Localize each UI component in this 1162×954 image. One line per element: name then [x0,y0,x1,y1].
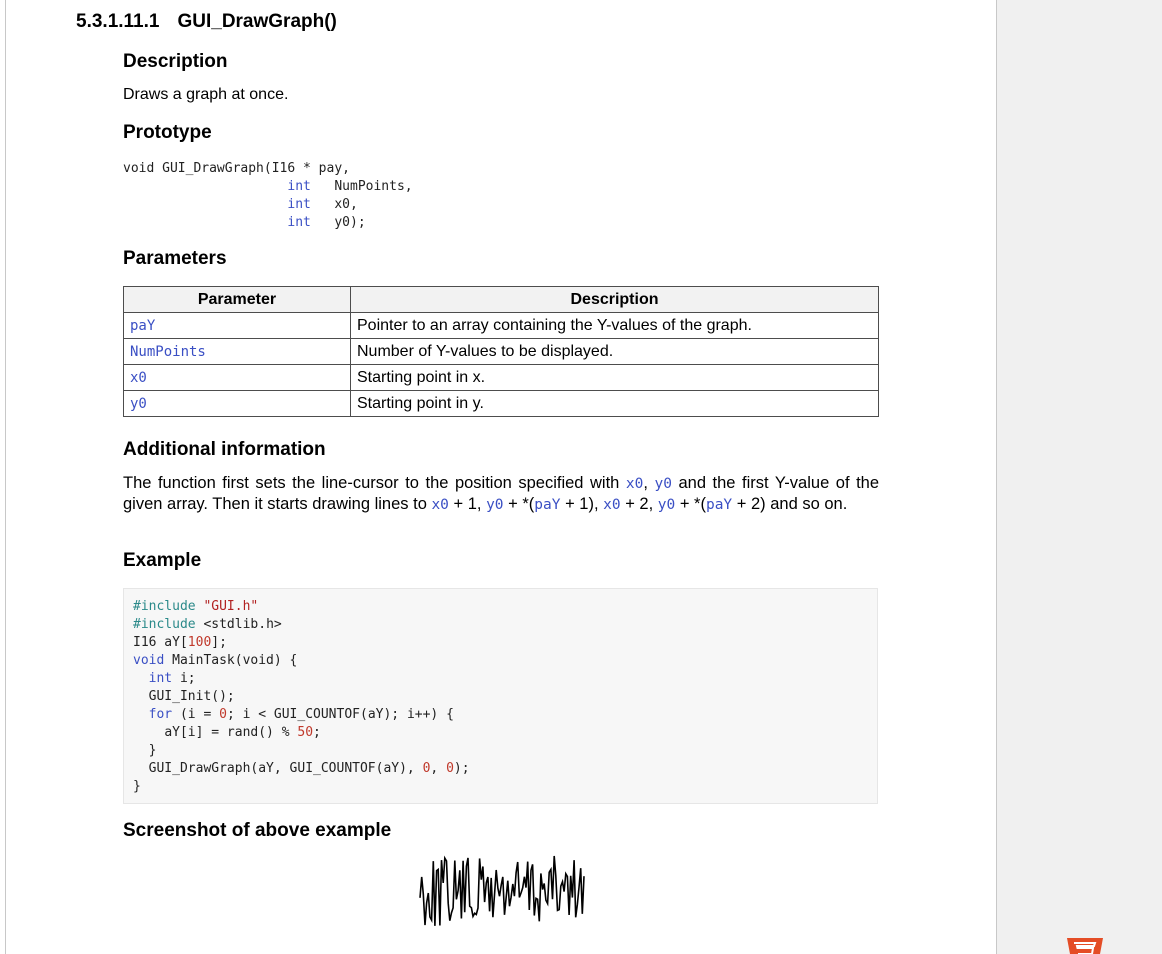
html5-logo-icon[interactable] [1065,936,1105,954]
param-description: Pointer to an array containing the Y-val… [350,312,879,339]
code-ref: y0 [654,476,672,492]
right-side-panel [996,0,1162,954]
code-token: ; i < GUI_COUNTOF(aY); i++) { [226,707,454,722]
table-row: NumPoints Number of Y-values to be displ… [123,338,879,365]
proto-name-4: y0); [334,215,366,230]
section-number: 5.3.1.11.1 [76,11,160,32]
additional-info-text: The function first sets the line-cursor … [123,473,879,515]
code-token: #include [133,599,196,614]
text-fragment: + *( [503,495,535,513]
code-ref: paY [705,497,733,513]
code-token: ]; [211,635,227,650]
table-row: y0 Starting point in y. [123,390,879,417]
param-name: NumPoints [123,338,351,365]
parameters-table: Parameter Description paY Pointer to an … [123,286,879,417]
code-token: "GUI.h" [203,599,259,614]
proto-type-4: int [287,215,311,230]
code-token: 100 [187,635,212,650]
proto-type-2: int [287,179,311,194]
text-fragment: + 1), [560,495,604,513]
table-row: paY Pointer to an array containing the Y… [123,312,879,339]
code-token: 50 [297,725,314,740]
example-code: #include "GUI.h" #include <stdlib.h> I16… [133,598,470,796]
example-graph-image [419,855,585,926]
prototype-heading: Prototype [123,122,212,143]
section-heading: 5.3.1.11.1 GUI_DrawGraph() [76,11,337,33]
code-token: MainTask(void) { [172,653,298,668]
param-description: Number of Y-values to be displayed. [350,338,879,365]
code-token: ); [453,761,470,776]
parameters-heading: Parameters [123,248,227,269]
column-header-parameter: Parameter [123,286,351,313]
code-token: 0 [446,761,454,776]
document-page: 5.3.1.11.1 GUI_DrawGraph() Description Dr… [0,0,1162,954]
text-fragment: The function first sets the line-cursor … [123,474,626,492]
text-fragment: + 1, [448,495,487,513]
text-fragment: + 2, [620,495,658,513]
code-token: GUI_DrawGraph(aY, GUI_COUNTOF(aY), [148,761,423,776]
code-token: for [148,707,173,722]
code-ref: paY [534,497,561,513]
code-ref: x0 [625,476,644,492]
code-ref: y0 [486,497,504,513]
table-header-row: Parameter Description [123,286,879,313]
code-ref: y0 [657,497,676,513]
additional-info-heading: Additional information [123,439,326,460]
column-header-description: Description [350,286,879,313]
example-heading: Example [123,550,202,571]
code-token: GUI_Init(); [148,689,235,704]
text-fragment: , [643,474,655,492]
code-token: i; [179,671,196,686]
param-name: y0 [123,390,351,417]
code-token: } [148,743,157,758]
code-token: } [133,779,141,794]
proto-line-1: void GUI_DrawGraph(I16 * pay, [123,161,350,176]
code-token: <stdlib.h> [203,617,282,632]
code-token: #include [133,617,196,632]
screenshot-heading: Screenshot of above example [123,820,392,841]
proto-type-3: int [287,197,311,212]
proto-name-2: NumPoints, [334,179,413,194]
code-token: (i = [179,707,220,722]
description-text: Draws a graph at once. [123,86,289,103]
proto-name-3: x0, [334,197,358,212]
text-fragment: + *( [675,495,706,513]
param-name: x0 [123,364,351,391]
table-row: x0 Starting point in x. [123,364,879,391]
section-title: GUI_DrawGraph() [177,11,337,32]
code-token: int [148,671,173,686]
text-fragment: + 2) and so on. [732,495,848,513]
param-description: Starting point in y. [350,390,879,417]
code-token: 0 [219,707,227,722]
prototype-code: void GUI_DrawGraph(I16 * pay, int NumPoi… [123,160,413,232]
param-description: Starting point in x. [350,364,879,391]
description-heading: Description [123,51,228,72]
code-token: , [430,761,447,776]
graph-line [419,855,585,926]
code-token: void [133,653,165,668]
code-ref: x0 [603,497,621,513]
example-code-block: #include "GUI.h" #include <stdlib.h> I16… [123,588,878,804]
main-content: 5.3.1.11.1 GUI_DrawGraph() Description Dr… [0,0,996,954]
code-token: aY[i] = rand() % [164,725,298,740]
param-name: paY [123,312,351,339]
code-token: I16 aY[ [133,635,188,650]
code-token: ; [313,725,321,740]
code-ref: x0 [431,497,449,513]
